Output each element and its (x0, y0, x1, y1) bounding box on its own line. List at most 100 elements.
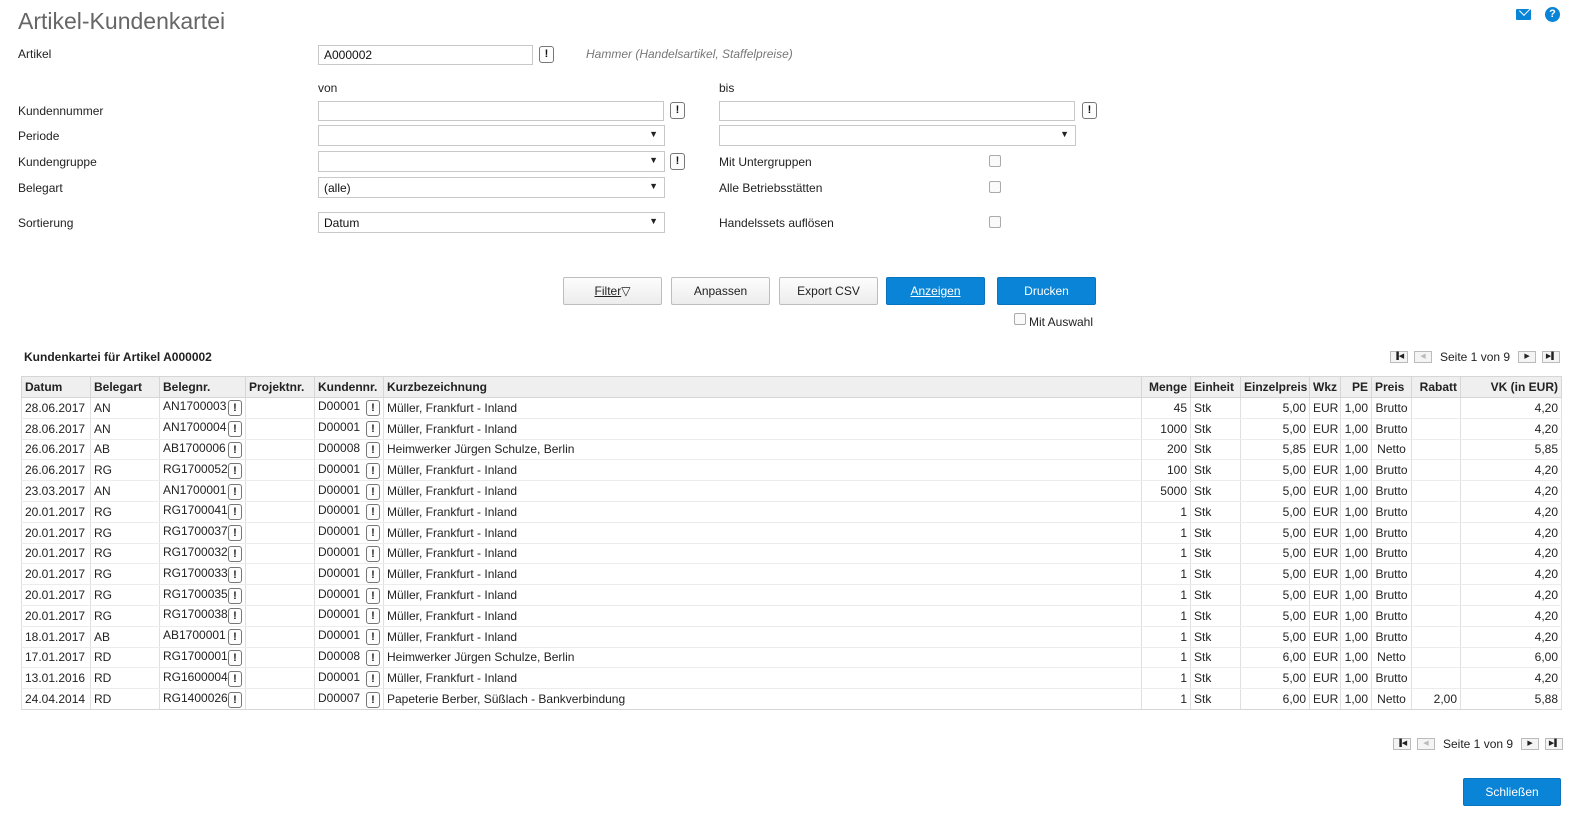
artikel-lookup-button[interactable]: ! (539, 46, 554, 63)
table-row[interactable]: 20.01.2017 RG RG1700037! D00001! Müller, Fra… (21, 522, 1562, 544)
col-kundennr[interactable]: Kundennr. (314, 376, 384, 398)
kundennummer-von-lookup-button[interactable]: ! (670, 102, 685, 119)
kundennr-info-button[interactable]: ! (366, 566, 380, 583)
anzeigen-button[interactable]: Anzeigen (886, 277, 985, 305)
kundennr-info-button[interactable]: ! (366, 545, 380, 562)
belegnr-info-button[interactable]: ! (228, 462, 242, 479)
col-einzelpreis[interactable]: Einzelpreis (1240, 376, 1310, 398)
belegnr-info-button[interactable]: ! (228, 670, 242, 687)
last-page-icon[interactable]: ▶▌ (1545, 738, 1564, 750)
belegnr-info-button[interactable]: ! (228, 629, 242, 646)
cell-belegnr-text: RG1700041 (163, 503, 228, 518)
table-row[interactable]: 26.06.2017 RG RG1700052! D00001! Müller, Fra… (21, 459, 1562, 482)
kundennr-info-button[interactable]: ! (366, 649, 380, 666)
table-row[interactable]: 20.01.2017 RG RG1700032! D00001! Müller, Fra… (21, 543, 1562, 565)
kundennummer-von-input[interactable] (318, 101, 664, 121)
belegnr-info-button[interactable]: ! (228, 400, 242, 417)
last-page-icon[interactable]: ▶▌ (1542, 351, 1561, 363)
mit-untergruppen-checkbox[interactable] (989, 155, 1001, 167)
belegnr-info-button[interactable]: ! (228, 545, 242, 562)
table-row[interactable]: 23.03.2017 AN AN1700001! D00001! Müller, Fra… (21, 480, 1562, 502)
col-datum[interactable]: Datum (21, 376, 91, 398)
table-row[interactable]: 26.06.2017 AB AB1700006! D00008! Heimwerker … (21, 439, 1562, 461)
anpassen-button[interactable]: Anpassen (671, 277, 770, 305)
cell-belegart: RG (90, 563, 160, 586)
drucken-button[interactable]: Drucken (997, 277, 1096, 305)
col-pe[interactable]: PE (1340, 376, 1372, 398)
col-wkz[interactable]: Wkz (1309, 376, 1341, 398)
belegnr-info-button[interactable]: ! (228, 649, 242, 666)
col-preis[interactable]: Preis (1371, 376, 1412, 398)
belegnr-info-button[interactable]: ! (228, 566, 242, 583)
kundennr-info-button[interactable]: ! (366, 670, 380, 687)
table-row[interactable]: 13.01.2016 RD RG1600004! D00001! Müller, Fra… (21, 667, 1562, 690)
belegnr-info-button[interactable]: ! (228, 441, 242, 458)
sortierung-select[interactable]: Datum ▼ (318, 212, 665, 233)
table-row[interactable]: 24.04.2014 RD RG1400026! D00007! Papeterie B… (21, 688, 1562, 710)
cell-belegart-text: AN (94, 421, 111, 436)
cell-vk-text: 4,20 (1534, 421, 1558, 436)
handelssets-checkbox[interactable] (989, 216, 1001, 228)
table-row[interactable]: 20.01.2017 RG RG1700041! D00001! Müller, Fra… (21, 501, 1562, 523)
first-page-icon[interactable]: ▐◀ (1390, 351, 1408, 363)
belegnr-info-button[interactable]: ! (228, 608, 242, 625)
periode-von-select[interactable]: ▼ (318, 125, 665, 146)
col-vk[interactable]: VK (in EUR) (1460, 376, 1562, 398)
table-row[interactable]: 28.06.2017 AN AN1700003! D00001! Müller, Fra… (21, 397, 1562, 419)
col-menge[interactable]: Menge (1141, 376, 1191, 398)
belegnr-info-button[interactable]: ! (228, 421, 242, 438)
belegnr-info-button[interactable]: ! (228, 691, 242, 708)
export-csv-button[interactable]: Export CSV (779, 277, 878, 305)
kundennr-info-button[interactable]: ! (366, 400, 380, 417)
first-page-icon[interactable]: ▐◀ (1393, 738, 1411, 750)
alle-betriebsstaetten-checkbox[interactable] (989, 181, 1001, 193)
kundennr-info-button[interactable]: ! (366, 608, 380, 625)
mail-icon[interactable] (1516, 9, 1531, 20)
kundennr-info-button[interactable]: ! (366, 504, 380, 521)
kundengruppe-lookup-button[interactable]: ! (670, 153, 685, 170)
col-projektnr[interactable]: Projektnr. (245, 376, 315, 398)
cell-wkz: EUR (1309, 605, 1341, 627)
belegnr-info-button[interactable]: ! (228, 504, 242, 521)
col-belegart[interactable]: Belegart (90, 376, 160, 398)
belegnr-info-button[interactable]: ! (228, 525, 242, 542)
kundennr-info-button[interactable]: ! (366, 587, 380, 604)
next-page-icon[interactable]: ▶ (1521, 738, 1540, 750)
kundennr-info-button[interactable]: ! (366, 483, 380, 500)
table-row[interactable]: 20.01.2017 RG RG1700038! D00001! Müller, Fra… (21, 605, 1562, 627)
cell-einzelpreis: 5,85 (1240, 439, 1310, 461)
belegnr-info-button[interactable]: ! (228, 483, 242, 500)
help-icon[interactable]: ? (1545, 7, 1560, 22)
kundengruppe-select[interactable]: ▼ (318, 151, 665, 172)
belegart-select[interactable]: (alle) ▼ (318, 177, 665, 198)
cell-menge-text: 1 (1180, 650, 1187, 665)
belegnr-info-button[interactable]: ! (228, 587, 242, 604)
table-row[interactable]: 17.01.2017 RD RG1700001! D00008! Heimwerker … (21, 647, 1562, 669)
artikel-input[interactable] (318, 45, 533, 65)
col-belegnr[interactable]: Belegnr. (159, 376, 246, 398)
kundennummer-bis-input[interactable] (719, 101, 1075, 121)
kundennummer-bis-lookup-button[interactable]: ! (1082, 102, 1097, 119)
table-row[interactable]: 28.06.2017 AN AN1700004! D00001! Müller, Fra… (21, 418, 1562, 440)
kundennr-info-button[interactable]: ! (366, 629, 380, 646)
col-einheit[interactable]: Einheit (1190, 376, 1241, 398)
cell-kurzbezeichnung-text: Müller, Frankfurt - Inland (387, 463, 518, 478)
kundennr-info-button[interactable]: ! (366, 691, 380, 708)
table-row[interactable]: 20.01.2017 RG RG1700033! D00001! Müller, Fra… (21, 563, 1562, 586)
kundennr-info-button[interactable]: ! (366, 421, 380, 438)
next-page-icon[interactable]: ▶ (1518, 351, 1537, 363)
kundennr-info-button[interactable]: ! (366, 441, 380, 458)
mit-auswahl-checkbox[interactable] (1014, 313, 1026, 325)
cell-wkz: EUR (1309, 459, 1341, 482)
schliessen-button[interactable]: Schließen (1463, 778, 1561, 806)
filter-button[interactable]: Filter▽ (563, 277, 662, 305)
cell-kurzbezeichnung-text: Müller, Frankfurt - Inland (387, 525, 518, 540)
table-row[interactable]: 20.01.2017 RG RG1700035! D00001! Müller, Fra… (21, 584, 1562, 606)
table-row[interactable]: 18.01.2017 AB AB1700001! D00001! Müller, Fra… (21, 626, 1562, 648)
chevron-down-icon: ▼ (649, 155, 658, 165)
col-rabatt[interactable]: Rabatt (1411, 376, 1461, 398)
kundennr-info-button[interactable]: ! (366, 525, 380, 542)
kundennr-info-button[interactable]: ! (366, 462, 380, 479)
col-kurzbezeichnung[interactable]: Kurzbezeichnung (383, 376, 1142, 398)
periode-bis-select[interactable]: ▼ (719, 125, 1076, 146)
